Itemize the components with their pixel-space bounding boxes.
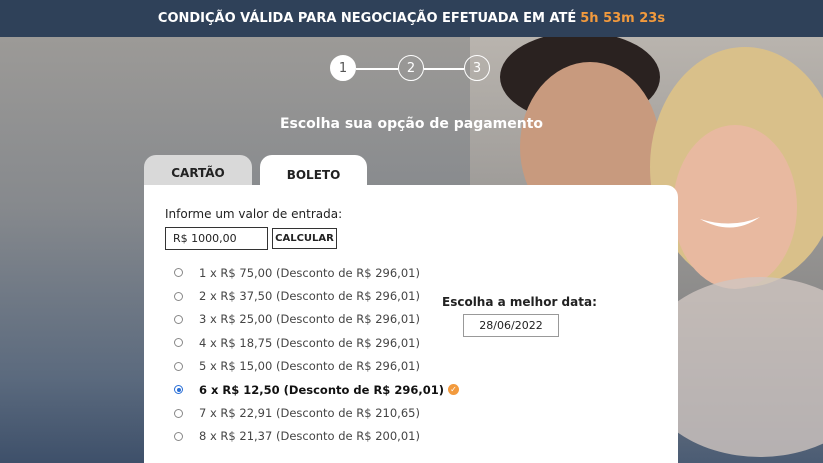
- step-2: 2: [398, 55, 424, 81]
- radio-button[interactable]: [174, 268, 183, 278]
- option-label: 8 x R$ 21,37 (Desconto de R$ 200,01): [199, 429, 420, 444]
- radio-button[interactable]: [174, 338, 183, 348]
- installment-option-selected[interactable]: 6 x R$ 12,50 (Desconto de R$ 296,01) ✓: [174, 378, 459, 401]
- step-1: 1: [330, 55, 356, 81]
- step-connector: [424, 68, 464, 70]
- countdown-timer: 5h 53m 23s: [580, 11, 666, 26]
- installment-option[interactable]: 3 x R$ 25,00 (Desconto de R$ 296,01): [174, 308, 459, 331]
- option-label: 2 x R$ 37,50 (Desconto de R$ 296,01): [199, 289, 420, 304]
- radio-button[interactable]: [174, 314, 183, 324]
- radio-button[interactable]: [174, 361, 183, 371]
- stepper: 1 2 3: [330, 55, 490, 81]
- installment-options: 1 x R$ 75,00 (Desconto de R$ 296,01) 2 x…: [174, 261, 459, 448]
- installment-option[interactable]: 5 x R$ 15,00 (Desconto de R$ 296,01): [174, 355, 459, 378]
- radio-button-checked[interactable]: [174, 385, 183, 395]
- installment-option[interactable]: 2 x R$ 37,50 (Desconto de R$ 296,01): [174, 284, 459, 307]
- date-label: Escolha a melhor data:: [442, 295, 597, 309]
- option-label: 1 x R$ 75,00 (Desconto de R$ 296,01): [199, 265, 420, 280]
- due-date-input[interactable]: [463, 314, 559, 337]
- option-label: 3 x R$ 25,00 (Desconto de R$ 296,01): [199, 312, 420, 327]
- entry-value-input[interactable]: [165, 227, 268, 250]
- radio-button[interactable]: [174, 291, 183, 301]
- countdown-banner: CONDIÇÃO VÁLIDA PARA NEGOCIAÇÃO EFETUADA…: [0, 0, 823, 37]
- page-title: Escolha sua opção de pagamento: [279, 116, 544, 132]
- check-circle-icon: ✓: [447, 384, 459, 396]
- entry-label: Informe um valor de entrada:: [165, 207, 343, 221]
- installment-option[interactable]: 7 x R$ 22,91 (Desconto de R$ 210,65): [174, 401, 459, 424]
- installment-option[interactable]: 1 x R$ 75,00 (Desconto de R$ 296,01): [174, 261, 459, 284]
- step-3: 3: [464, 55, 490, 81]
- installment-option[interactable]: 4 x R$ 18,75 (Desconto de R$ 296,01): [174, 331, 459, 354]
- radio-button[interactable]: [174, 408, 183, 418]
- installment-option[interactable]: 8 x R$ 21,37 (Desconto de R$ 200,01): [174, 425, 459, 448]
- option-label: 6 x R$ 12,50 (Desconto de R$ 296,01): [199, 382, 444, 397]
- step-connector: [356, 68, 398, 70]
- option-label: 5 x R$ 15,00 (Desconto de R$ 296,01): [199, 359, 420, 374]
- countdown-message: CONDIÇÃO VÁLIDA PARA NEGOCIAÇÃO EFETUADA…: [157, 11, 577, 26]
- option-label: 4 x R$ 18,75 (Desconto de R$ 296,01): [199, 335, 420, 350]
- payment-card: Informe um valor de entrada: CALCULAR 1 …: [144, 185, 678, 463]
- radio-button[interactable]: [174, 431, 183, 441]
- option-label: 7 x R$ 22,91 (Desconto de R$ 210,65): [199, 406, 420, 421]
- calculate-button[interactable]: CALCULAR: [272, 228, 337, 249]
- hero-section: 1 2 3 Escolha sua opção de pagamento CAR…: [0, 37, 823, 463]
